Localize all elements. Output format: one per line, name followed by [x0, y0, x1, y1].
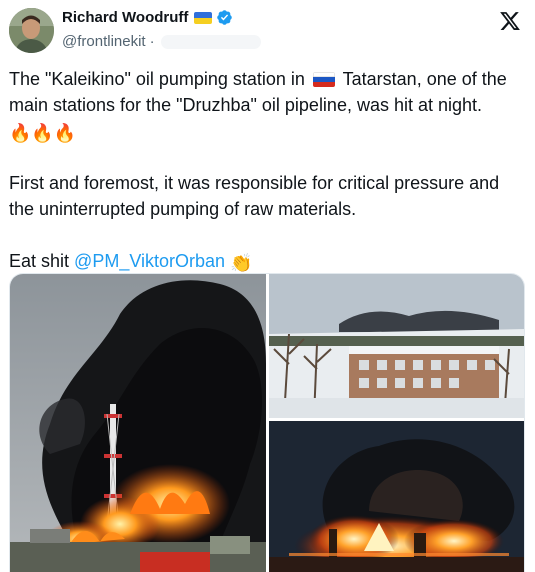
- clap-emoji-icon: 👏: [230, 253, 253, 273]
- mention-link[interactable]: @PM_ViktorOrban: [74, 251, 225, 271]
- tweet-card: Richard Woodruff @frontlinekit · The "Ka…: [0, 0, 535, 572]
- photo-night-fire[interactable]: [269, 421, 524, 572]
- tweet-paragraph-3-prefix: Eat shit: [9, 251, 70, 271]
- fire-emoji-icon: 🔥🔥🔥: [9, 123, 77, 143]
- verified-badge-icon: [217, 10, 233, 25]
- tweet-paragraph-2: First and foremost, it was responsible f…: [9, 173, 500, 219]
- media-grid: [9, 273, 525, 572]
- handle-row: @frontlinekit ·: [62, 33, 261, 50]
- author-handle[interactable]: @frontlinekit: [62, 33, 146, 50]
- ukraine-flag-icon: [194, 11, 213, 24]
- tweet-text: The "Kaleikino" oil pumping station in T…: [9, 66, 524, 300]
- author-name-row: Richard Woodruff: [62, 9, 233, 26]
- russia-flag-icon: [312, 72, 335, 87]
- redacted-timestamp: [160, 34, 261, 49]
- x-logo-icon[interactable]: [499, 10, 521, 32]
- avatar[interactable]: [9, 8, 54, 53]
- tweet-line-1-before-flag: The "Kaleikino" oil pumping station in: [9, 69, 305, 89]
- tweet-paragraph-3: Eat shit @PM_ViktorOrban 👏: [9, 248, 524, 274]
- tweet-paragraph-1: The "Kaleikino" oil pumping station in T…: [9, 66, 524, 144]
- handle-separator: ·: [149, 33, 155, 50]
- display-name[interactable]: Richard Woodruff: [62, 9, 188, 26]
- photo-fire-smoke-column[interactable]: [10, 274, 266, 572]
- photo-snowy-town-smoke[interactable]: [269, 274, 524, 418]
